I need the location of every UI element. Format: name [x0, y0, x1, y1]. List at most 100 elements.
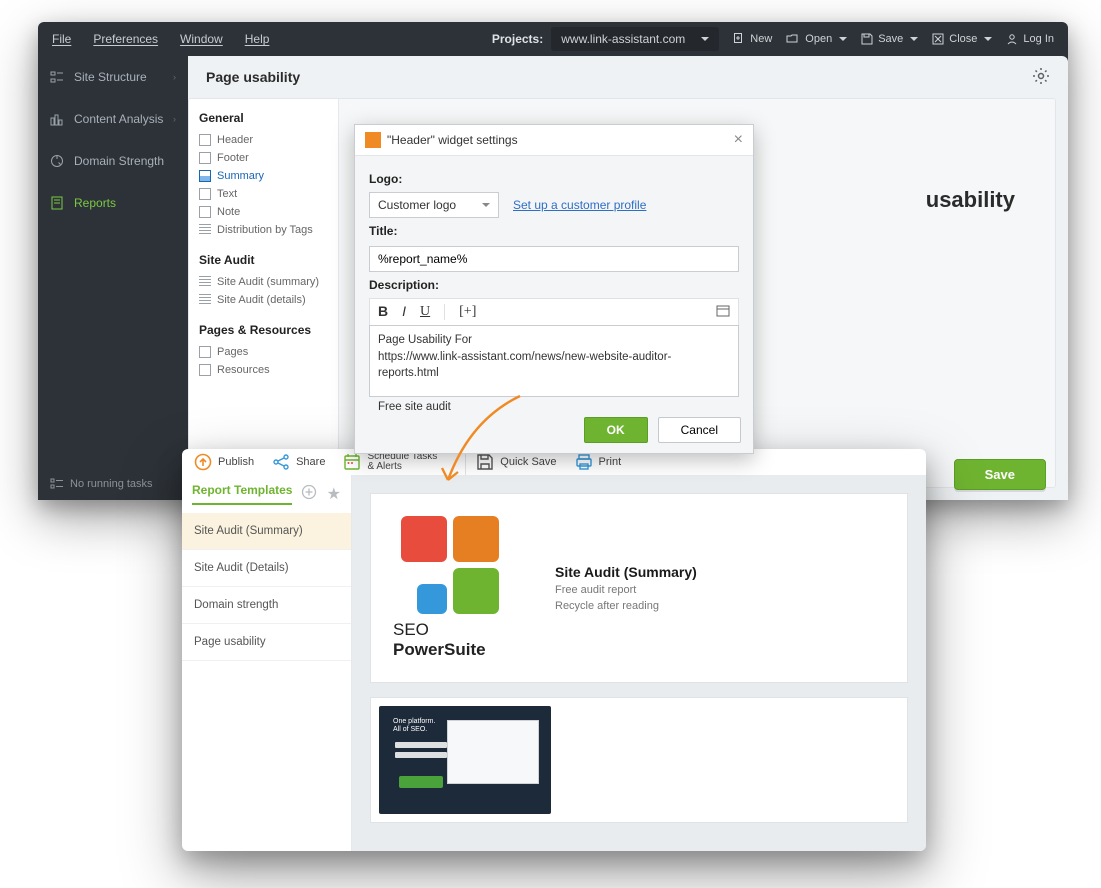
print-button[interactable]: Print: [575, 453, 622, 471]
tasks-icon: [50, 478, 64, 490]
template-item-2[interactable]: Domain strength: [182, 587, 351, 624]
screenshot-card: One platform.All of SEO.: [370, 697, 908, 823]
menu-window[interactable]: Window: [180, 32, 223, 46]
templates-panel: Report Templates ★ Site Audit (Summary) …: [182, 475, 352, 851]
html-mode-icon[interactable]: [716, 305, 730, 320]
description-editor[interactable]: Page Usability For https://www.link-assi…: [369, 325, 739, 397]
publish-button[interactable]: Publish: [194, 453, 254, 471]
template-item-0[interactable]: Site Audit (Summary): [182, 513, 351, 550]
logo-select[interactable]: Customer logo: [369, 192, 499, 218]
group-pages-res: Pages & Resources: [199, 323, 328, 337]
menu-help[interactable]: Help: [245, 32, 270, 46]
site-screenshot: One platform.All of SEO.: [379, 706, 551, 814]
nav-site-structure[interactable]: Site Structure›: [38, 56, 188, 98]
login-button[interactable]: Log In: [1006, 33, 1054, 45]
nav-reports[interactable]: Reports: [38, 182, 188, 224]
logo-tile-red: [401, 516, 447, 562]
nav-domain-strength[interactable]: Domain Strength: [38, 140, 188, 182]
group-general: General: [199, 111, 328, 125]
analysis-icon: [50, 112, 66, 126]
rtf-toolbar: B I U [+]: [369, 298, 739, 325]
brand-logo: SEO PowerSuite: [393, 516, 523, 660]
menu-file[interactable]: File: [52, 32, 71, 46]
share-icon: [272, 453, 290, 471]
nav-content-analysis[interactable]: Content Analysis›: [38, 98, 188, 140]
cancel-button[interactable]: Cancel: [658, 417, 741, 443]
publish-icon: [194, 453, 212, 471]
report-sub1: Free audit report: [555, 584, 697, 596]
report-sub2: Recycle after reading: [555, 600, 697, 612]
widget-panel: General Header Footer Summary Text Note …: [189, 99, 339, 487]
widget-footer[interactable]: Footer: [199, 149, 328, 167]
calendar-icon: [343, 453, 361, 471]
menu-preferences[interactable]: Preferences: [93, 32, 158, 46]
ok-button[interactable]: OK: [584, 417, 648, 443]
structure-icon: [50, 70, 66, 84]
group-site-audit: Site Audit: [199, 253, 328, 267]
menubar: File Preferences Window Help Projects: w…: [38, 22, 1068, 56]
favorite-template-icon[interactable]: ★: [327, 484, 341, 505]
dialog-titlebar[interactable]: "Header" widget settings ×: [355, 125, 753, 155]
settings-gear-icon[interactable]: [1032, 67, 1050, 88]
logo-tile-blue: [417, 584, 447, 614]
report-meta: Site Audit (Summary) Free audit report R…: [555, 564, 697, 612]
template-item-1[interactable]: Site Audit (Details): [182, 550, 351, 587]
logo-label: Logo:: [369, 172, 739, 186]
report-editor-window: Publish Share Schedule Tasks& Alerts Qui…: [182, 449, 926, 851]
close-square-icon: [932, 33, 944, 45]
dialog-close-icon[interactable]: ×: [734, 131, 743, 149]
file-plus-icon: [733, 33, 745, 45]
content-header: Page usability: [188, 56, 1068, 98]
bold-button[interactable]: B: [378, 303, 388, 321]
open-button[interactable]: Open: [786, 33, 847, 45]
printer-icon: [575, 453, 593, 471]
logo-tile-green: [453, 568, 499, 614]
dialog-app-icon: [365, 132, 381, 148]
new-button[interactable]: New: [733, 33, 772, 45]
floppy-icon: [476, 453, 494, 471]
italic-button[interactable]: I: [402, 303, 406, 321]
template-item-3[interactable]: Page usability: [182, 624, 351, 661]
save-button[interactable]: Save: [954, 459, 1046, 490]
brand-name: SEO PowerSuite: [393, 620, 523, 660]
widget-pages[interactable]: Pages: [199, 343, 328, 361]
sidebar: Site Structure› Content Analysis› Domain…: [38, 56, 188, 500]
logo-tile-orange: [453, 516, 499, 562]
quick-save-button[interactable]: Quick Save: [476, 453, 556, 471]
project-selector[interactable]: www.link-assistant.com: [551, 27, 719, 51]
widget-sa-summary[interactable]: Site Audit (summary): [199, 273, 328, 291]
add-template-icon[interactable]: [301, 484, 317, 505]
header-widget-settings-dialog: "Header" widget settings × Logo: Custome…: [354, 124, 754, 454]
setup-profile-link[interactable]: Set up a customer profile: [513, 198, 646, 212]
dialog-title: "Header" widget settings: [387, 133, 518, 147]
folder-open-icon: [786, 33, 800, 45]
widget-distribution[interactable]: Distribution by Tags: [199, 221, 328, 239]
description-label: Description:: [369, 278, 739, 292]
report-title: Site Audit (Summary): [555, 564, 697, 580]
schedule-button[interactable]: Schedule Tasks& Alerts: [343, 452, 437, 473]
title-label: Title:: [369, 224, 739, 238]
title-input[interactable]: [369, 246, 739, 272]
report-title-fragment: usability: [926, 187, 1015, 213]
underline-button[interactable]: U: [420, 304, 430, 320]
widget-header[interactable]: Header: [199, 131, 328, 149]
share-button[interactable]: Share: [272, 453, 325, 471]
user-icon: [1006, 33, 1018, 45]
widget-sa-details[interactable]: Site Audit (details): [199, 291, 328, 309]
preview-area: SEO PowerSuite Site Audit (Summary) Free…: [352, 475, 926, 851]
widget-summary[interactable]: Summary: [199, 167, 328, 185]
insert-variable-button[interactable]: [+]: [459, 304, 476, 320]
close-button[interactable]: Close: [932, 33, 992, 45]
page-title: Page usability: [206, 69, 300, 85]
save-button-top[interactable]: Save: [861, 33, 918, 45]
projects-label: Projects:: [492, 32, 543, 46]
templates-title: Report Templates: [192, 483, 292, 505]
widget-resources[interactable]: Resources: [199, 361, 328, 379]
widget-text[interactable]: Text: [199, 185, 328, 203]
reports-icon: [50, 196, 66, 210]
report-header-card: SEO PowerSuite Site Audit (Summary) Free…: [370, 493, 908, 683]
domain-icon: [50, 154, 66, 168]
save-icon: [861, 33, 873, 45]
status-no-tasks: No running tasks: [38, 478, 188, 490]
widget-note[interactable]: Note: [199, 203, 328, 221]
